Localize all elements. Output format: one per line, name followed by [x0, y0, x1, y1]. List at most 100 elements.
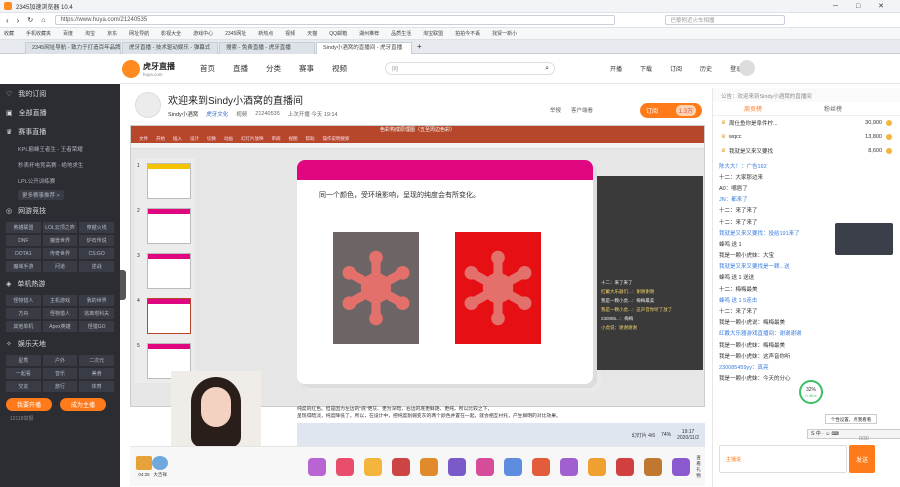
slide-thumb-row[interactable]: 3 [137, 253, 195, 293]
bookmark-item[interactable]: QQ邮箱 [329, 30, 347, 37]
bookmark-item[interactable]: 淘宝联盟 [423, 30, 443, 37]
category-tag[interactable]: 方舟 [6, 308, 41, 319]
back-icon[interactable]: ‹ [6, 16, 9, 25]
category-tag[interactable]: CS:GO [79, 248, 114, 259]
category-tag[interactable]: 怪物猎人 [42, 308, 78, 319]
host-name[interactable]: Sindy小酒窝 [168, 110, 198, 118]
category-tag[interactable]: DNF [6, 235, 41, 246]
tab-fans[interactable]: 粉丝榜 [793, 104, 873, 113]
ribbon-tab[interactable]: 帮助 [306, 136, 315, 142]
more-events-link[interactable]: 更多赛事推荐 > [0, 189, 120, 201]
category-tag[interactable]: 怪物猎人 [6, 295, 41, 306]
ribbon-tab[interactable]: 视图 [289, 136, 298, 142]
site-logo[interactable]: 虎牙直播 huya.com [122, 59, 182, 78]
category-tag[interactable]: 交友 [6, 381, 41, 392]
category-tag[interactable]: Apex英雄 [42, 321, 78, 332]
slide-thumb[interactable] [147, 253, 191, 289]
report-button[interactable]: 举报 [550, 106, 561, 114]
search-icon[interactable]: ⌕ [545, 65, 549, 73]
nav-link[interactable]: 直播 [233, 63, 248, 74]
rank-row[interactable]: ♛ 周仕鱼你是阜件柠... 30,900 [713, 116, 900, 130]
category-tag[interactable]: 魔兽世界 [42, 235, 78, 246]
bookmark-item[interactable]: 品质生活 [391, 30, 411, 37]
sidebar-collapse-handle[interactable] [120, 270, 126, 300]
new-tab-icon[interactable]: + [417, 42, 422, 51]
slide-thumb[interactable] [147, 208, 191, 244]
gift-icon[interactable] [532, 457, 551, 476]
become-host-button[interactable]: 成为主播 [60, 398, 106, 411]
gift-icon[interactable] [616, 457, 635, 476]
sidebar-item-events[interactable]: ♛ 赛事直播 [0, 122, 120, 141]
refresh-icon[interactable]: ↻ [27, 16, 33, 24]
gift-icon[interactable] [672, 457, 691, 476]
slide-thumb-row[interactable]: 4 [137, 298, 195, 338]
category-tag[interactable]: 旅行 [42, 381, 78, 392]
category-tag[interactable]: 传奇世界 [42, 248, 78, 259]
bookmark-item[interactable]: 找贤一新小 [492, 30, 517, 37]
gift-icon[interactable] [420, 457, 439, 476]
sidebar-event[interactable]: LPL公开训练赛 [0, 173, 120, 189]
browser-tab[interactable]: 2345网址导航 - 致力于打造百年品牌 [25, 41, 121, 54]
nav-link[interactable]: 首页 [200, 63, 215, 74]
ribbon-tab[interactable]: 幻灯片放映 [241, 136, 264, 142]
gift-icon[interactable] [644, 457, 663, 476]
section-single-games[interactable]: ◈ 单机热游 [0, 274, 120, 293]
category-tag[interactable]: DOTA1 [6, 248, 41, 259]
send-button[interactable]: 发送 [849, 445, 875, 473]
gift-icon[interactable] [476, 457, 495, 476]
header-action[interactable]: 订阅 [670, 64, 682, 73]
subscribe-button[interactable]: 订阅 1.3万 [640, 103, 702, 118]
nav-link[interactable]: 视频 [332, 63, 347, 74]
gift-icon[interactable] [336, 457, 355, 476]
home-icon[interactable]: ⌂ [41, 17, 45, 24]
header-action[interactable]: 历史 [700, 64, 712, 73]
bookmark-item[interactable]: 新热点 [258, 30, 273, 37]
category-tag[interactable]: 其他单机 [6, 321, 41, 332]
ribbon-tab[interactable]: 操作说明搜索 [323, 136, 350, 142]
header-action[interactable]: 开播 [610, 64, 622, 73]
ribbon-tab[interactable]: 文件 [139, 136, 148, 142]
category-tag[interactable]: 问道 [42, 261, 78, 272]
ribbon-tab[interactable]: 插入 [173, 136, 182, 142]
category-tag[interactable]: 音乐 [42, 368, 78, 379]
bookmark-item[interactable]: 收藏 [4, 30, 14, 37]
bookmark-item[interactable]: 拍拍今不丢 [455, 30, 480, 37]
forward-icon[interactable]: › [17, 16, 20, 25]
window-controls[interactable]: ─ □ ✕ [833, 2, 892, 10]
bookmark-item[interactable]: 百度 [63, 30, 73, 37]
bookmark-item[interactable]: 淘宝 [85, 30, 95, 37]
sidebar-event[interactable]: 秒表杯电竞高赛 - 绝地求生 [0, 157, 120, 173]
start-live-button[interactable]: 我要开播 [6, 398, 52, 411]
room-tag[interactable]: 虎牙文化 [206, 110, 228, 118]
category-tag[interactable]: 穿越火线 [79, 222, 114, 233]
category-tag[interactable]: 美食 [79, 368, 114, 379]
browser-search[interactable]: 巴黎附近火车相撞 [665, 15, 786, 25]
category-tag[interactable]: 户外 [42, 355, 78, 366]
gift-icon[interactable] [588, 457, 607, 476]
ribbon-tab[interactable]: 动画 [224, 136, 233, 142]
header-action[interactable]: 下载 [640, 64, 652, 73]
ribbon-tab[interactable]: 切换 [207, 136, 216, 142]
category-tag[interactable]: 魔域手游 [6, 261, 41, 272]
category-tag[interactable]: 二次元 [79, 355, 114, 366]
settings-tooltip[interactable]: 个性设置，点我看看 [825, 414, 877, 424]
slide-thumb[interactable] [147, 163, 191, 199]
browser-tab[interactable]: 搜索 - 免费直播 - 虎牙直播 [219, 41, 315, 54]
slide-thumb[interactable] [147, 298, 191, 334]
url-field[interactable]: https://www.huya.com/21240535 [55, 15, 616, 25]
bookmark-item[interactable]: 游戏中心 [193, 30, 213, 37]
category-tag[interactable]: 英雄联盟 [6, 222, 41, 233]
bookmark-item[interactable]: 影视大全 [161, 30, 181, 37]
site-search[interactable]: 同 ⌕ [385, 62, 555, 75]
nav-link[interactable]: 赛事 [299, 63, 314, 74]
lottery-link[interactable]: 查看礼物 [696, 455, 705, 479]
ribbon-tab[interactable]: 审阅 [272, 136, 281, 142]
treasure-chest-icon[interactable] [136, 456, 152, 470]
city-icon[interactable] [152, 455, 169, 470]
rank-row[interactable]: ♛ wqcc 13,800 [713, 130, 900, 144]
gift-icon[interactable] [392, 457, 411, 476]
gift-icon[interactable] [364, 457, 383, 476]
browser-tab[interactable]: 虎牙直播 - 技术驱动娱乐 - 弹幕式 [122, 41, 218, 54]
category-tag[interactable]: 逆战 [79, 261, 114, 272]
sidebar-item-subscribe[interactable]: ♡ 我的订阅 [0, 84, 120, 103]
